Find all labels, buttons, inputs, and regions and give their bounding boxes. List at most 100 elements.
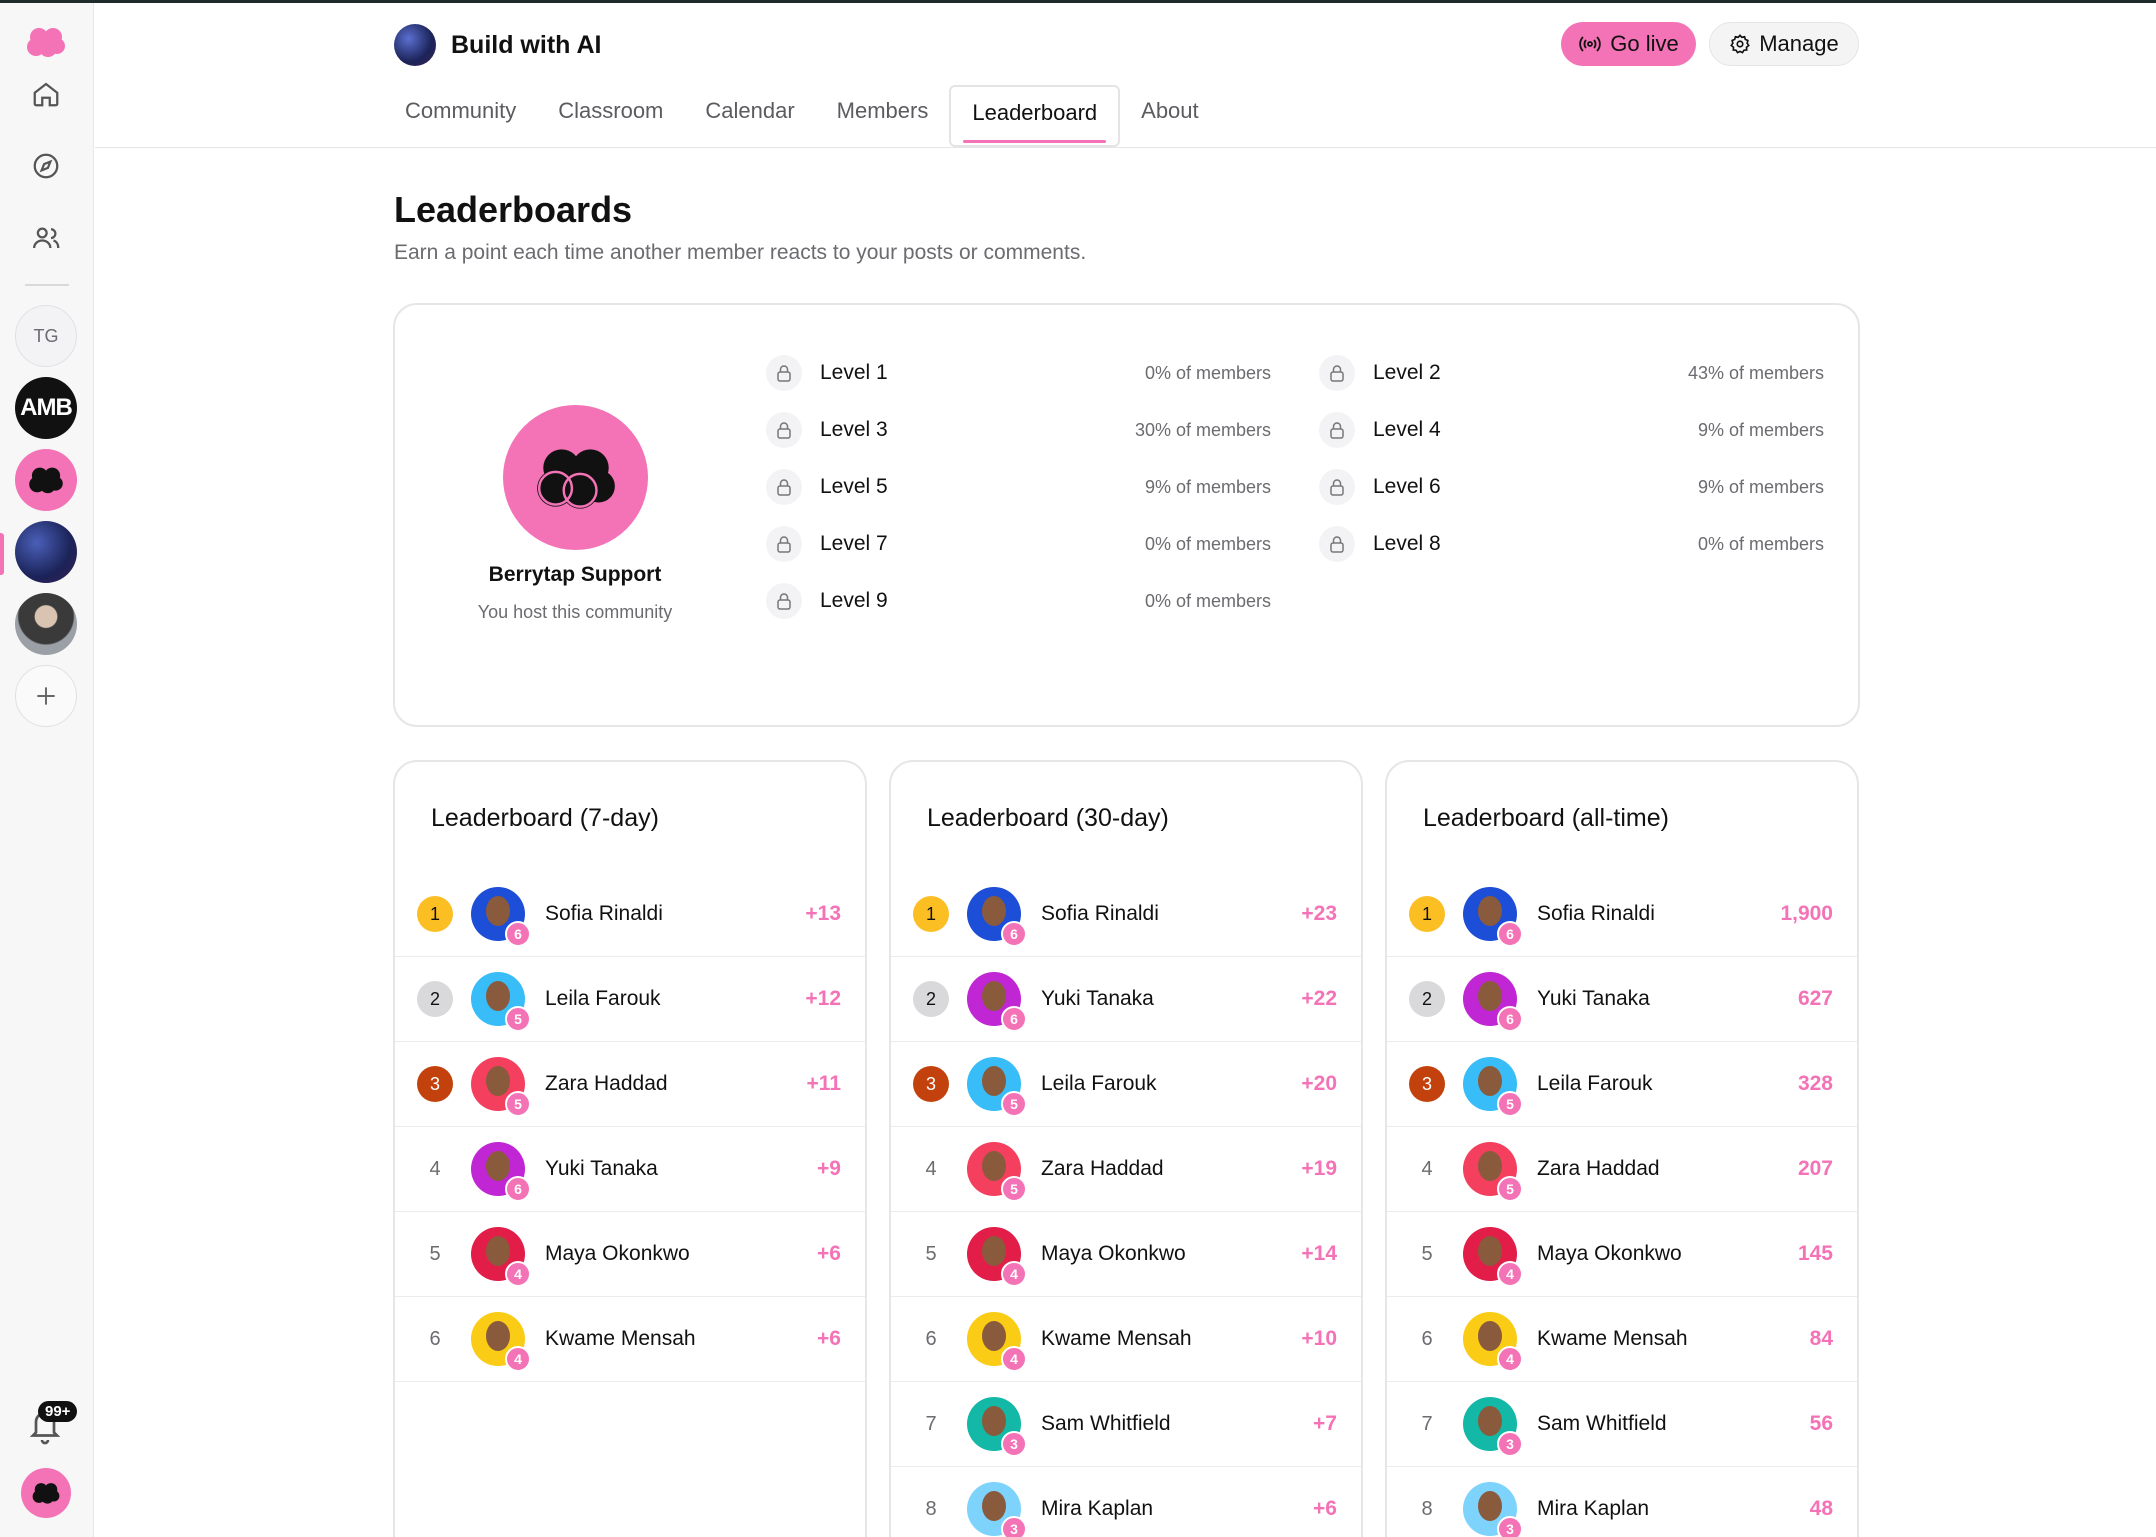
- member-avatar[interactable]: 3: [967, 1397, 1027, 1457]
- leaderboard-row[interactable]: 7 3 Sam Whitfield +7: [891, 1382, 1361, 1467]
- member-score: +11: [806, 1072, 841, 1095]
- member-avatar[interactable]: 6: [1463, 972, 1523, 1032]
- user-profile-avatar[interactable]: [21, 1468, 71, 1518]
- member-name[interactable]: Sofia Rinaldi: [1041, 902, 1159, 926]
- member-name[interactable]: Sofia Rinaldi: [545, 902, 663, 926]
- leaderboard-row[interactable]: 5 4 Maya Okonkwo +6: [395, 1212, 865, 1297]
- rank-badge: 2: [417, 981, 453, 1017]
- rank-badge: 6: [925, 1327, 937, 1350]
- member-name[interactable]: Kwame Mensah: [1537, 1327, 1688, 1351]
- tab-classroom[interactable]: Classroom: [537, 85, 684, 147]
- tab-community[interactable]: Community: [384, 85, 537, 147]
- leaderboard-row[interactable]: 6 4 Kwame Mensah +6: [395, 1297, 865, 1382]
- member-score: +6: [817, 1242, 841, 1265]
- leaderboard-row[interactable]: 1 6 Sofia Rinaldi +23: [891, 872, 1361, 957]
- leaderboard-row[interactable]: 6 4 Kwame Mensah 84: [1387, 1297, 1857, 1382]
- member-avatar[interactable]: 4: [967, 1227, 1027, 1287]
- member-avatar[interactable]: 4: [1463, 1227, 1523, 1287]
- member-avatar[interactable]: 6: [471, 887, 531, 947]
- member-avatar[interactable]: 5: [1463, 1142, 1523, 1202]
- member-level-badge: 6: [505, 921, 531, 947]
- member-name[interactable]: Sam Whitfield: [1537, 1412, 1667, 1436]
- member-name[interactable]: Kwame Mensah: [545, 1327, 696, 1351]
- member-name[interactable]: Maya Okonkwo: [1537, 1242, 1682, 1266]
- leaderboard-row[interactable]: 2 6 Yuki Tanaka +22: [891, 957, 1361, 1042]
- leaderboard-row[interactable]: 2 6 Yuki Tanaka 627: [1387, 957, 1857, 1042]
- member-avatar[interactable]: 5: [471, 972, 531, 1032]
- people-icon[interactable]: [15, 207, 77, 269]
- level-label: Level 8: [1373, 532, 1441, 555]
- member-name[interactable]: Kwame Mensah: [1041, 1327, 1192, 1351]
- member-name[interactable]: Yuki Tanaka: [1041, 987, 1154, 1011]
- leaderboard-row[interactable]: 8 3 Mira Kaplan +6: [891, 1467, 1361, 1537]
- member-name[interactable]: Yuki Tanaka: [545, 1157, 658, 1181]
- member-avatar[interactable]: 5: [1463, 1057, 1523, 1117]
- member-name[interactable]: Zara Haddad: [545, 1072, 668, 1096]
- explore-compass-icon[interactable]: [15, 135, 77, 197]
- member-avatar[interactable]: 5: [967, 1057, 1027, 1117]
- level-row: Level 7 0% of members: [766, 524, 1271, 564]
- leaderboard-row[interactable]: 3 5 Zara Haddad +11: [395, 1042, 865, 1127]
- leaderboard-row[interactable]: 6 4 Kwame Mensah +10: [891, 1297, 1361, 1382]
- member-avatar[interactable]: 3: [1463, 1397, 1523, 1457]
- community-build-with-ai-avatar[interactable]: [15, 521, 77, 583]
- member-avatar[interactable]: 5: [471, 1057, 531, 1117]
- leaderboard-row[interactable]: 5 4 Maya Okonkwo 145: [1387, 1212, 1857, 1297]
- community-tg-avatar[interactable]: TG: [15, 305, 77, 367]
- member-avatar[interactable]: 3: [967, 1482, 1027, 1537]
- tab-leaderboard[interactable]: Leaderboard: [949, 85, 1121, 147]
- member-avatar[interactable]: 6: [471, 1142, 531, 1202]
- member-avatar[interactable]: 4: [471, 1227, 531, 1287]
- leaderboard-row[interactable]: 4 6 Yuki Tanaka +9: [395, 1127, 865, 1212]
- member-name[interactable]: Zara Haddad: [1537, 1157, 1660, 1181]
- member-name[interactable]: Maya Okonkwo: [1041, 1242, 1186, 1266]
- member-avatar[interactable]: 3: [1463, 1482, 1523, 1537]
- member-avatar[interactable]: 4: [967, 1312, 1027, 1372]
- member-name[interactable]: Leila Farouk: [1041, 1072, 1157, 1096]
- member-avatar[interactable]: 4: [471, 1312, 531, 1372]
- avatar-face: [486, 981, 510, 1011]
- community-berrytap-avatar[interactable]: [15, 449, 77, 511]
- leaderboard-row[interactable]: 4 5 Zara Haddad 207: [1387, 1127, 1857, 1212]
- member-avatar[interactable]: 5: [967, 1142, 1027, 1202]
- tab-about[interactable]: About: [1120, 85, 1220, 147]
- member-score: 328: [1797, 1072, 1833, 1095]
- leaderboard-row[interactable]: 3 5 Leila Farouk 328: [1387, 1042, 1857, 1127]
- top-header: Build with AI Go live Manage Community C…: [95, 3, 2156, 148]
- member-name[interactable]: Sofia Rinaldi: [1537, 902, 1655, 926]
- leaderboard-row[interactable]: 4 5 Zara Haddad +19: [891, 1127, 1361, 1212]
- member-name[interactable]: Leila Farouk: [545, 987, 661, 1011]
- leaderboard-row[interactable]: 3 5 Leila Farouk +20: [891, 1042, 1361, 1127]
- rank-badge: 4: [429, 1157, 441, 1180]
- leaderboard-row[interactable]: 8 3 Mira Kaplan 48: [1387, 1467, 1857, 1537]
- member-name[interactable]: Mira Kaplan: [1537, 1497, 1649, 1521]
- add-community-icon[interactable]: [15, 665, 77, 727]
- tab-members[interactable]: Members: [816, 85, 950, 147]
- tab-calendar[interactable]: Calendar: [684, 85, 815, 147]
- member-name[interactable]: Zara Haddad: [1041, 1157, 1164, 1181]
- member-avatar[interactable]: 6: [967, 887, 1027, 947]
- home-icon[interactable]: [15, 63, 77, 125]
- leaderboard-row[interactable]: 7 3 Sam Whitfield 56: [1387, 1382, 1857, 1467]
- community-profile-avatar[interactable]: [15, 593, 77, 655]
- member-level-badge: 6: [1497, 1006, 1523, 1032]
- member-name[interactable]: Leila Farouk: [1537, 1072, 1653, 1096]
- member-avatar[interactable]: 4: [1463, 1312, 1523, 1372]
- rank-badge: 1: [913, 896, 949, 932]
- leaderboard-row[interactable]: 5 4 Maya Okonkwo +14: [891, 1212, 1361, 1297]
- level-percentage: 30% of members: [1134, 419, 1271, 440]
- member-avatar[interactable]: 6: [967, 972, 1027, 1032]
- member-name[interactable]: Yuki Tanaka: [1537, 987, 1650, 1011]
- leaderboard-row[interactable]: 1 6 Sofia Rinaldi +13: [395, 872, 865, 957]
- member-name[interactable]: Mira Kaplan: [1041, 1497, 1153, 1521]
- member-avatar[interactable]: 6: [1463, 887, 1523, 947]
- group-brand[interactable]: Build with AI: [394, 24, 601, 66]
- leaderboard-row[interactable]: 2 5 Leila Farouk +12: [395, 957, 865, 1042]
- community-amb-avatar[interactable]: AMB: [15, 377, 77, 439]
- member-score: +6: [1313, 1497, 1337, 1520]
- member-name[interactable]: Maya Okonkwo: [545, 1242, 690, 1266]
- go-live-button[interactable]: Go live: [1561, 22, 1696, 66]
- leaderboard-row[interactable]: 1 6 Sofia Rinaldi 1,900: [1387, 872, 1857, 957]
- member-name[interactable]: Sam Whitfield: [1041, 1412, 1171, 1436]
- manage-button[interactable]: Manage: [1709, 22, 1859, 66]
